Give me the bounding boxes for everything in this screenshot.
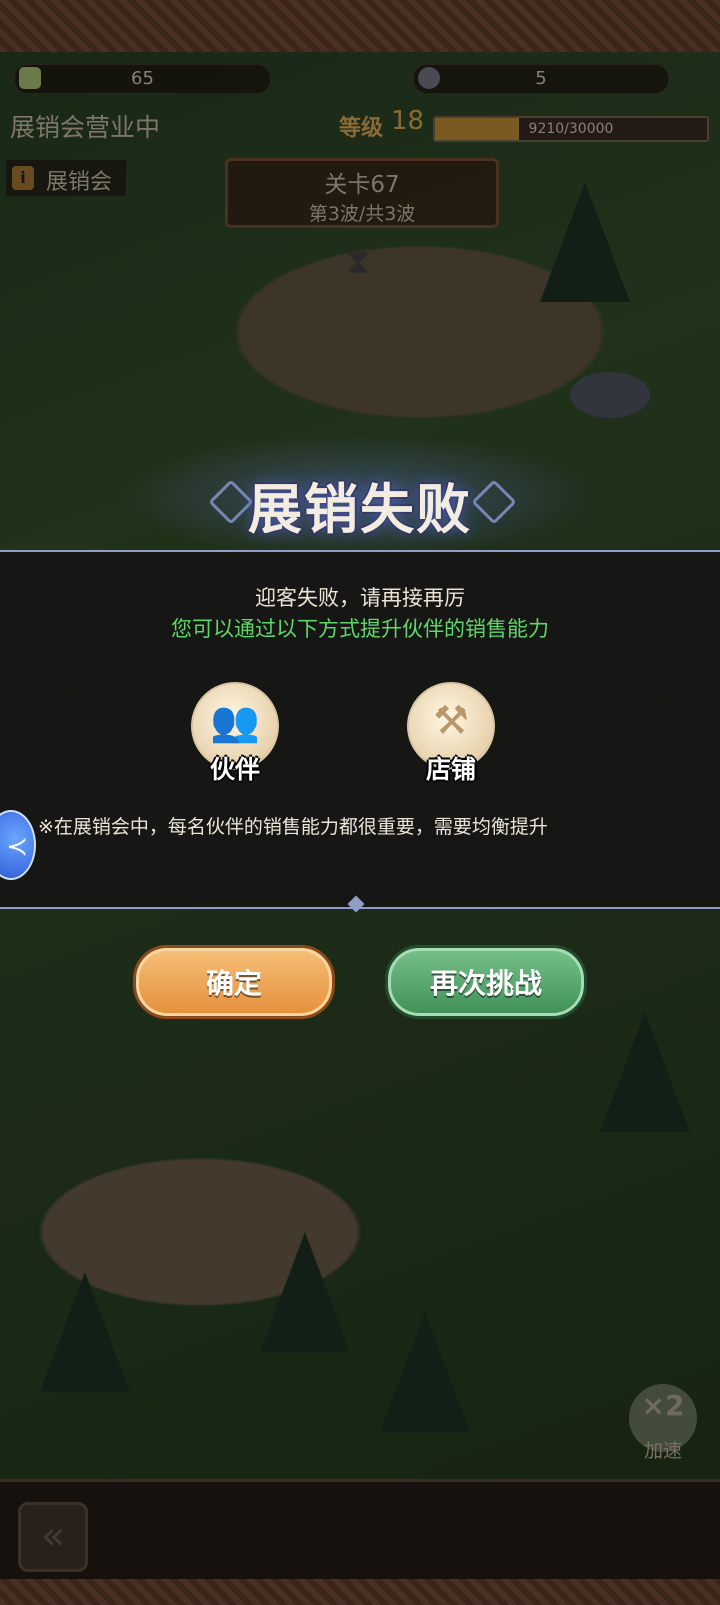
shop-label: 店铺 — [425, 755, 476, 784]
back-button[interactable]: « — [18, 1502, 88, 1572]
top-frame — [0, 0, 720, 52]
stage-panel: 关卡67 第3波/共3波 — [225, 158, 499, 228]
speed-label: 加速 — [643, 1440, 682, 1462]
resource-bar-1[interactable]: 65 — [14, 64, 271, 94]
bottom-frame — [0, 1579, 720, 1605]
partners-label: 伙伴 — [209, 755, 260, 784]
speed-up-button[interactable]: ×2 加速 — [629, 1384, 697, 1462]
fair-label: 展销会 — [46, 170, 113, 195]
shop-option[interactable]: ⚒ 店铺 — [407, 682, 495, 784]
double-chevron-left-icon: « — [40, 1513, 66, 1559]
partners-option[interactable]: 👥 伙伴 — [191, 682, 279, 784]
fair-status: 展销会营业中 — [10, 113, 161, 142]
partners-icon: 👥 — [210, 699, 260, 745]
retry-button[interactable]: 再次挑战 — [385, 945, 587, 1019]
improvement-hint: 您可以通过以下方式提升伙伴的销售能力 — [171, 617, 549, 641]
bottom-bar: « — [0, 1479, 720, 1582]
level-value: 18 — [391, 106, 425, 136]
resource-2-value: 5 — [535, 68, 547, 89]
xp-text: 9210/30000 — [528, 121, 614, 137]
confirm-button[interactable]: 确定 — [133, 945, 335, 1019]
xp-progress-bar: 9210/30000 — [433, 116, 709, 142]
ticket-icon — [19, 67, 41, 89]
shop-icon: ⚒ — [433, 698, 469, 744]
level-label: 等级 — [339, 116, 384, 141]
balance-note: ※在展销会中，每名伙伴的销售能力都很重要，需要均衡提升 — [38, 816, 548, 838]
failure-message: 迎客失败，请再接再厉 — [255, 586, 465, 610]
gem-icon — [418, 67, 440, 89]
hourglass-icon: ⧗ — [346, 242, 370, 282]
modal-title: 展销失败 — [248, 478, 472, 541]
stage-title: 关卡67 — [324, 172, 400, 198]
speed-multiplier: ×2 — [641, 1389, 685, 1422]
resource-1-value: 65 — [131, 68, 154, 89]
stage-wave: 第3波/共3波 — [308, 203, 416, 225]
fair-info-tag[interactable]: i 展销会 — [6, 160, 126, 196]
info-icon[interactable]: i — [12, 166, 34, 190]
resource-bar-2[interactable]: 5 — [413, 64, 669, 94]
